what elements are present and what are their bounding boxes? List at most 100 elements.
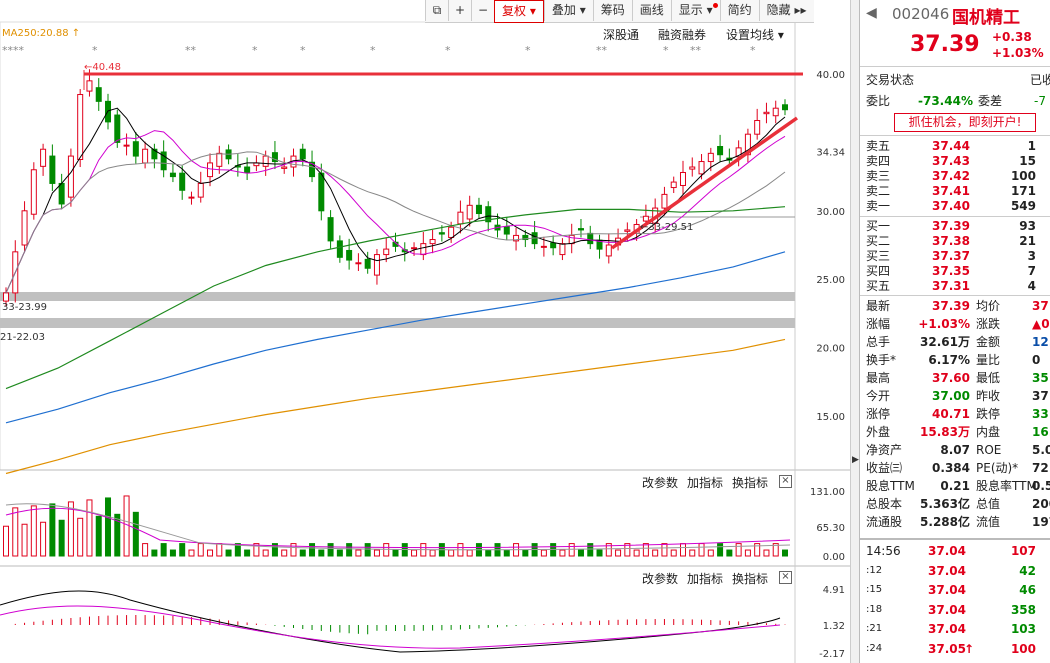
tick-price: 37.05 <box>928 641 966 656</box>
volume-bar <box>21 523 28 557</box>
open-account-banner[interactable]: 抓住机会，即刻开户! <box>894 113 1036 132</box>
vol-close-icon[interactable]: × <box>779 475 792 488</box>
stat-value: 37.00 <box>932 389 970 403</box>
vol-add-indicator-button[interactable]: 加指标 <box>687 474 723 491</box>
candle <box>679 171 686 186</box>
zoom-in-icon[interactable]: + <box>448 0 471 21</box>
ma-settings-link[interactable]: 设置均线 ▾ <box>726 26 784 43</box>
stat-label: 净资产 <box>866 443 903 457</box>
stat-label: 总值 <box>976 497 1001 511</box>
overlay-button[interactable]: 叠加 ▾ <box>543 0 593 21</box>
volume-bar <box>587 543 594 557</box>
volume-bar <box>86 499 93 557</box>
volume-bar <box>744 549 751 557</box>
window-icon[interactable]: ⧉ <box>425 0 448 21</box>
volume-bar <box>485 549 492 557</box>
volume-bar <box>105 497 112 557</box>
volume-bar <box>30 505 37 557</box>
event-marker: ** <box>690 44 702 57</box>
volume-bar <box>689 549 696 557</box>
chips-button[interactable]: 筹码 <box>592 0 632 21</box>
candle <box>95 87 102 102</box>
kline-chart[interactable]: 40.00 34.34 30.00 25.00 20.00 15.00 131.00 65.3… <box>0 0 850 663</box>
stat-value: 12.0 <box>1032 335 1050 349</box>
macd-close-icon[interactable]: × <box>779 571 792 584</box>
volume-bar <box>169 549 176 557</box>
vol-param-button[interactable]: 改参数 <box>642 474 678 491</box>
volume-bar <box>559 549 566 557</box>
volume-bar <box>290 543 297 557</box>
candle <box>77 94 84 160</box>
volume-bar <box>281 549 288 557</box>
ma250-line <box>5 338 786 475</box>
bid-volume: 4 <box>1027 279 1036 293</box>
volume-bar <box>707 549 714 557</box>
collapse-arrow-icon[interactable]: ▶ <box>852 455 859 465</box>
tick-volume: 107 <box>1010 544 1036 558</box>
candle <box>411 247 418 250</box>
macd-add-indicator-button[interactable]: 加指标 <box>687 570 723 587</box>
candle <box>503 226 510 235</box>
stat-value: 0.21 <box>940 479 970 493</box>
margin-link[interactable]: 融资融券 <box>658 26 706 43</box>
stat-value: +1.03% <box>918 317 970 331</box>
candle <box>169 172 176 178</box>
draw-line-button[interactable]: 画线 <box>631 0 671 21</box>
volume-bar <box>327 543 334 557</box>
stat-value: 33 <box>1032 407 1049 421</box>
event-marker: * <box>750 44 756 57</box>
stat-value: 5.363亿 <box>920 497 970 511</box>
kline-chart-area[interactable]: 40.00 34.34 30.00 25.00 20.00 15.00 131.00 65.3… <box>0 0 858 663</box>
candle <box>179 172 186 191</box>
volume-bar <box>40 521 47 557</box>
weibi-label: 委比 <box>866 94 891 108</box>
macd-switch-indicator-button[interactable]: 换指标 <box>732 570 768 587</box>
sgt-link[interactable]: 深股通 <box>603 26 639 43</box>
vol-switch-indicator-button[interactable]: 换指标 <box>732 474 768 491</box>
candle <box>58 182 65 205</box>
event-marker: * <box>252 44 258 57</box>
y-tick-label: 40.00 <box>816 70 845 81</box>
tick-volume: 42 <box>1019 563 1036 578</box>
candle <box>438 232 445 235</box>
stat-label: 涨停 <box>866 407 891 421</box>
support-band <box>0 318 795 328</box>
stock-name: 国机精工 <box>952 8 1020 28</box>
stock-change: +0.38 <box>992 30 1032 44</box>
volume-bar <box>225 549 232 557</box>
prev-stock-icon[interactable]: ◀ <box>866 5 877 21</box>
zoom-out-icon[interactable]: − <box>471 0 494 21</box>
stat-value: 197.7 <box>1032 515 1050 529</box>
stat-label: 流通股 <box>866 515 903 529</box>
volume-bar <box>411 549 418 557</box>
candle <box>642 215 649 222</box>
stat-label: 总股本 <box>866 497 903 511</box>
tick-price: 37.04 <box>928 563 966 578</box>
volume-bar <box>373 549 380 557</box>
chart-toolbar: ⧉ + − 复权 ▾ 叠加 ▾ 筹码 画线 显示 ▾ 简约 隐藏 ▸▸ <box>425 0 814 23</box>
volume-bar <box>244 549 251 557</box>
volume-bar <box>392 549 399 557</box>
candle <box>383 248 390 256</box>
volume-bar <box>448 549 455 557</box>
candle <box>754 120 761 135</box>
event-marker: ** <box>596 44 608 57</box>
display-button[interactable]: 显示 ▾ <box>670 0 720 21</box>
volume-bar <box>577 549 584 557</box>
volume-bar <box>309 543 316 557</box>
hide-button[interactable]: 隐藏 ▸▸ <box>758 0 814 21</box>
macd-param-button[interactable]: 改参数 <box>642 570 678 587</box>
simple-button[interactable]: 简约 <box>719 0 759 21</box>
stat-value: 37.60 <box>932 371 970 385</box>
candle <box>698 161 705 175</box>
macd-tick-label: -2.17 <box>819 649 845 660</box>
volume-bar <box>299 549 306 557</box>
stat-label: 昨收 <box>976 389 1001 403</box>
candle <box>299 148 306 160</box>
candle <box>364 258 371 269</box>
fuquan-button[interactable]: 复权 ▾ <box>494 0 544 23</box>
y-tick-label: 15.00 <box>816 412 845 423</box>
stat-label: 股息TTM <box>866 479 915 493</box>
candle <box>540 245 547 248</box>
candle <box>661 193 668 209</box>
